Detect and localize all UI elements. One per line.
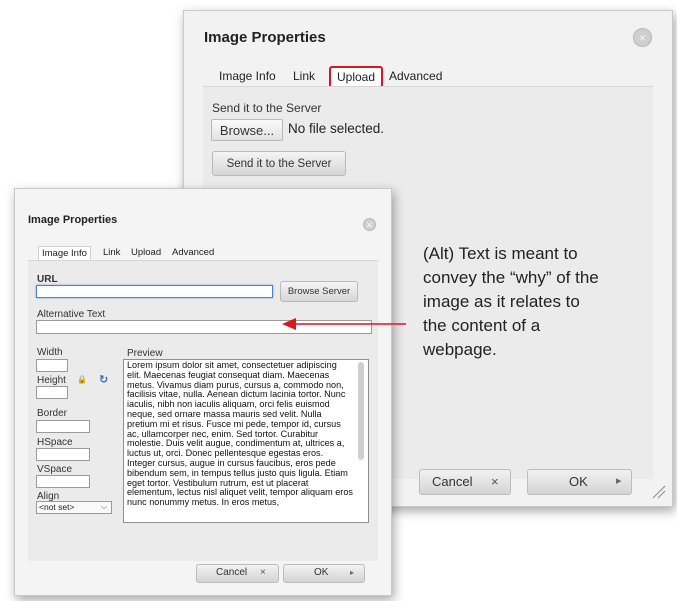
tab-link[interactable]: Link (293, 69, 315, 83)
align-value: <not set> (39, 502, 75, 512)
tab-advanced[interactable]: Advanced (389, 69, 442, 83)
align-select[interactable]: <not set> ⌵ (36, 501, 112, 514)
alt-text-annotation: (Alt) Text is meant to convey the “why” … (423, 244, 599, 359)
height-input[interactable] (36, 386, 68, 399)
tab-image-info[interactable]: Image Info (38, 246, 91, 260)
tab-link[interactable]: Link (103, 247, 120, 258)
hspace-input[interactable] (36, 448, 90, 461)
hspace-label: HSpace (37, 437, 73, 448)
tab-image-info[interactable]: Image Info (219, 69, 276, 83)
preview-scrollbar[interactable] (358, 362, 364, 460)
cancel-button[interactable]: Cancel × (419, 469, 511, 495)
send-to-server-button[interactable]: Send it to the Server (212, 151, 346, 176)
preview-text: Lorem ipsum dolor sit amet, consectetuer… (127, 361, 353, 508)
ok-button[interactable]: OK ▸ (283, 564, 365, 583)
chevron-down-icon: ⌵ (101, 502, 108, 511)
close-icon[interactable] (363, 218, 376, 231)
cancel-label: Cancel (432, 474, 473, 489)
send-label: Send it to the Server (212, 101, 322, 115)
resize-grip-icon[interactable] (650, 483, 666, 499)
tab-upload[interactable]: Upload (329, 66, 384, 88)
ok-label: OK (569, 474, 588, 489)
browse-server-button[interactable]: Browse Server (280, 281, 358, 302)
url-label: URL (37, 274, 58, 285)
border-input[interactable] (36, 420, 90, 433)
lock-ratio-icon[interactable]: 🔒 (77, 375, 87, 384)
cancel-label: Cancel (216, 567, 248, 578)
ok-label: OK (314, 567, 329, 578)
vspace-label: VSpace (37, 464, 73, 475)
preview-label: Preview (127, 348, 163, 359)
arrow-right-icon: ▸ (350, 568, 355, 577)
ok-button[interactable]: OK ▸ (527, 469, 632, 495)
annotation-arrow-icon (282, 318, 406, 330)
tab-advanced[interactable]: Advanced (172, 247, 214, 258)
vspace-input[interactable] (36, 475, 90, 488)
arrow-right-icon: ▸ (616, 475, 622, 487)
tab-upload[interactable]: Upload (131, 247, 161, 258)
border-label: Border (37, 408, 68, 419)
close-icon[interactable] (633, 28, 652, 47)
file-status: No file selected. (288, 121, 385, 136)
width-label: Width (37, 347, 63, 358)
height-label: Height (37, 375, 66, 386)
close-icon: × (260, 567, 266, 578)
close-icon: × (491, 474, 499, 489)
cancel-button[interactable]: Cancel × (196, 564, 279, 583)
browse-button[interactable]: Browse... (211, 119, 283, 141)
reset-size-icon[interactable]: ↻ (99, 373, 108, 386)
url-input[interactable] (36, 285, 273, 298)
alt-text-label: Alternative Text (37, 309, 106, 320)
width-input[interactable] (36, 359, 68, 372)
dialog-title: Image Properties (204, 29, 326, 46)
dialog-title: Image Properties (28, 214, 118, 226)
image-properties-dialog-front: Image Properties Image Info Link Upload … (14, 188, 392, 596)
